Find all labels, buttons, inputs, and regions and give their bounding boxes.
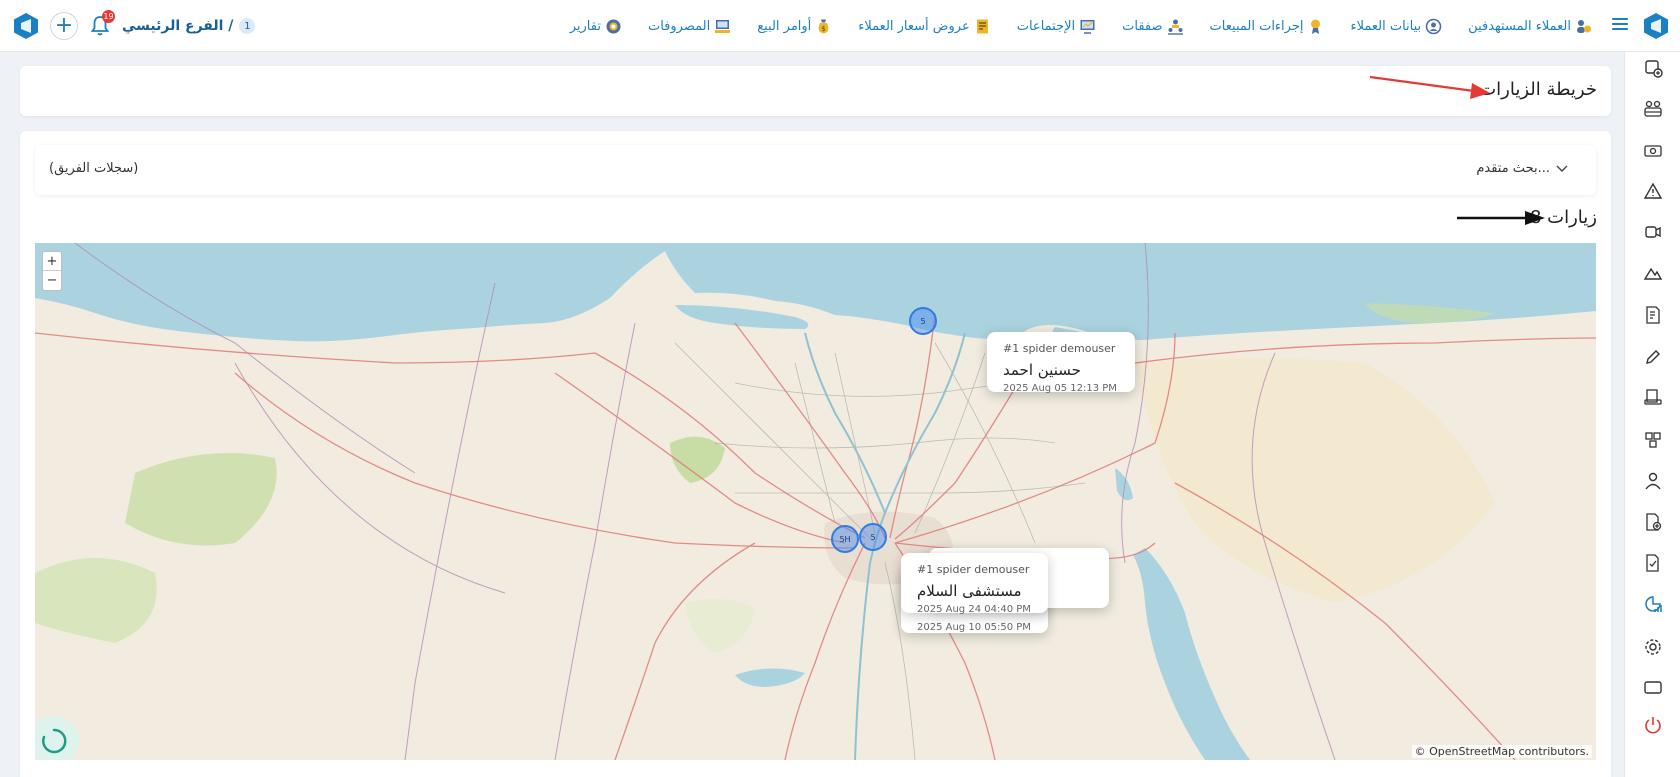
advanced-search-toggle[interactable]: بحث متقدم... xyxy=(1476,161,1568,176)
nav-item-meetings[interactable]: الإجتماعات xyxy=(1017,18,1096,35)
popup-user: #1 spider demouser xyxy=(917,563,1030,576)
sidebar-user-icon[interactable] xyxy=(1643,471,1663,491)
team-records-label: (سجلات الفريق) xyxy=(49,161,139,176)
visit-popup[interactable]: #1 spider demouser حسنين احمد 2025 Aug 0… xyxy=(987,332,1135,394)
popup-place: حسنين احمد xyxy=(1003,361,1081,379)
quotes-icon xyxy=(976,19,988,33)
sidebar-doc-check-icon[interactable] xyxy=(1643,553,1663,573)
sidebar-warning-icon[interactable] xyxy=(1643,181,1663,201)
top-bar: العملاء المستهدفين بيانات العملاء إجراءا… xyxy=(0,0,1680,52)
sidebar-add-card-icon[interactable] xyxy=(1643,58,1663,78)
sidebar-team-icon[interactable] xyxy=(1643,99,1663,119)
sidebar-mountain-icon[interactable] xyxy=(1643,263,1663,283)
nav-item-deals[interactable]: صفقات xyxy=(1122,18,1183,35)
add-button[interactable]: + xyxy=(50,12,78,40)
map-tiles xyxy=(35,243,1596,760)
app-logo-icon[interactable] xyxy=(12,12,40,40)
sidebar-boxes-icon[interactable] xyxy=(1643,430,1663,450)
zoom-controls: + − xyxy=(42,251,62,291)
deals-icon xyxy=(1167,19,1183,35)
customer-data-icon xyxy=(1425,18,1442,34)
visits-map-card: بحث متقدم... (سجلات الفريق) 8 زيارات xyxy=(20,131,1611,777)
hamburger-menu-icon[interactable] xyxy=(1612,18,1628,31)
sidebar-invoice-icon[interactable] xyxy=(1643,305,1663,325)
map-marker[interactable]: 5 xyxy=(859,523,887,551)
sidebar-video-icon[interactable] xyxy=(1643,222,1663,242)
popup-time: 2025 Aug 24 04:40 PM xyxy=(917,604,1031,615)
plus-icon: + xyxy=(54,13,74,38)
page-title: خريطة الزيارات xyxy=(1479,79,1597,100)
sidebar-power-icon[interactable] xyxy=(1643,715,1663,735)
brand-logo-icon[interactable] xyxy=(1642,12,1670,40)
svg-text:$: $ xyxy=(822,25,826,33)
advanced-search-label: بحث متقدم... xyxy=(1476,161,1550,176)
nav-item-customer-data[interactable]: بيانات العملاء xyxy=(1350,18,1442,35)
sales-actions-icon xyxy=(1311,19,1321,34)
expenses-icon xyxy=(715,19,731,33)
sidebar-chart-icon[interactable] xyxy=(1643,594,1663,614)
branch-label: الفرع الرئيسي / xyxy=(122,18,234,34)
sidebar-cash-icon[interactable] xyxy=(1643,141,1663,161)
sidebar-window-icon[interactable] xyxy=(1643,677,1663,697)
meetings-icon xyxy=(1080,19,1095,34)
map-marker-label: 5 xyxy=(920,316,926,326)
nav-item-sales-actions[interactable]: إجراءات المبيعات xyxy=(1210,18,1325,35)
map-marker[interactable]: 5H xyxy=(831,525,859,553)
branch-number: 1 xyxy=(239,18,256,34)
nav-item-expenses[interactable]: المصروفات xyxy=(648,18,731,35)
popup-time: 2025 Aug 05 12:13 PM xyxy=(1003,383,1117,394)
nav-item-reports[interactable]: تقارير xyxy=(570,18,622,35)
sales-orders-icon: $ xyxy=(818,19,829,33)
visits-map[interactable]: + − 5 5H 5 #1 spider demouser حسنين احمد… xyxy=(35,243,1596,760)
reports-icon xyxy=(606,19,621,33)
red-arrow-annotation xyxy=(1369,75,1490,99)
main-nav: العملاء المستهدفين بيانات العملاء إجراءا… xyxy=(570,0,1592,52)
map-attribution[interactable]: © OpenStreetMap contributors. xyxy=(1411,745,1592,758)
sidebar-settings-icon[interactable] xyxy=(1643,637,1663,657)
branch-selector[interactable]: الفرع الرئيسي / 1 xyxy=(122,18,256,34)
sidebar-pen-icon[interactable] xyxy=(1643,347,1663,367)
notifications-button[interactable]: 19 xyxy=(88,10,115,38)
advanced-search-bar: بحث متقدم... (سجلات الفريق) xyxy=(35,145,1596,195)
spinner-icon xyxy=(42,728,67,754)
popup-user: #1 spider demouser xyxy=(1003,342,1116,355)
visit-popup[interactable]: #1 spider demouser مستشفى السلام 2025 Au… xyxy=(901,553,1048,615)
chevron-down-icon xyxy=(1556,165,1568,172)
nav-item-quotes[interactable]: عروض أسعار العملاء xyxy=(858,18,990,35)
header-tools: + 19 الفرع الرئيسي / 1 xyxy=(12,10,256,41)
zoom-in-button[interactable]: + xyxy=(43,252,61,271)
target-customers-icon xyxy=(1577,19,1591,33)
sidebar xyxy=(1624,52,1680,777)
nav-item-target-customers[interactable]: العملاء المستهدفين xyxy=(1468,18,1592,35)
sidebar-truck-doc-icon[interactable] xyxy=(1643,388,1663,408)
map-marker[interactable]: 5 xyxy=(909,307,937,335)
popup-time: 2025 Aug 10 05:50 PM xyxy=(917,622,1031,633)
nav-item-sales-orders[interactable]: $ أوامر البيع xyxy=(757,18,832,35)
black-arrow-annotation xyxy=(1457,211,1545,225)
title-card: خريطة الزيارات xyxy=(20,66,1611,116)
zoom-out-button[interactable]: − xyxy=(43,271,61,290)
map-marker-label: 5 xyxy=(870,532,876,542)
sidebar-add-doc-icon[interactable] xyxy=(1643,512,1663,532)
popup-place: مستشفى السلام xyxy=(917,582,1022,600)
map-marker-label: 5H xyxy=(839,534,851,544)
notification-badge: 19 xyxy=(102,10,115,23)
